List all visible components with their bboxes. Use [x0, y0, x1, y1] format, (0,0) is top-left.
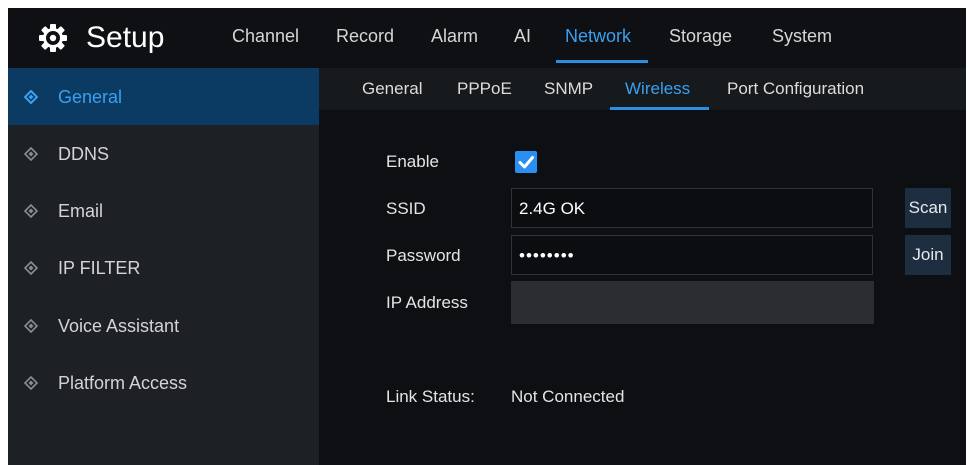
tab-wireless[interactable]: Wireless	[625, 78, 690, 100]
sidebar-item-label: Voice Assistant	[58, 316, 180, 336]
password-value: ••••••••	[519, 246, 575, 265]
sidebar-item-general[interactable]: General	[8, 68, 319, 125]
sidebar-item-ddns[interactable]: DDNS	[8, 125, 319, 182]
menu-channel[interactable]: Channel	[232, 24, 299, 48]
join-button[interactable]: Join	[905, 235, 951, 275]
diamond-icon	[24, 90, 38, 104]
active-menu-indicator	[556, 60, 648, 63]
menu-storage[interactable]: Storage	[669, 24, 732, 48]
tab-snmp[interactable]: SNMP	[544, 78, 593, 100]
sidebar-item-voice-assistant[interactable]: Voice Assistant	[8, 297, 319, 354]
sub-tab-bar: General PPPoE SNMP Wireless Port Configu…	[319, 68, 966, 110]
sidebar: General DDNS Email IP FILTER Voice Assis…	[8, 68, 319, 465]
diamond-icon	[24, 204, 38, 218]
menu-alarm[interactable]: Alarm	[431, 24, 478, 48]
ip-address-field	[511, 281, 874, 324]
diamond-icon	[24, 376, 38, 390]
scan-button[interactable]: Scan	[905, 188, 951, 228]
sidebar-item-label: Platform Access	[58, 373, 188, 393]
ssid-value: 2.4G OK	[519, 199, 586, 218]
menu-record[interactable]: Record	[336, 24, 394, 48]
sidebar-item-label: General	[58, 87, 123, 107]
ip-address-label: IP Address	[386, 293, 468, 312]
app-window: Setup Channel Record Alarm AI Network St…	[8, 8, 966, 465]
diamond-icon	[24, 319, 38, 333]
enable-label: Enable	[386, 152, 439, 171]
menu-ai[interactable]: AI	[514, 24, 531, 48]
menu-system[interactable]: System	[772, 24, 832, 48]
menu-network[interactable]: Network	[565, 24, 631, 48]
sidebar-item-platform-access[interactable]: Platform Access	[8, 354, 319, 411]
checkmark-icon	[518, 156, 534, 169]
password-field[interactable]: ••••••••	[511, 235, 873, 275]
diamond-icon	[24, 261, 38, 275]
page-title: Setup	[86, 21, 165, 54]
link-status-label: Link Status:	[386, 387, 475, 406]
tab-port-configuration[interactable]: Port Configuration	[727, 78, 864, 100]
sidebar-item-label: DDNS	[58, 144, 110, 164]
sidebar-item-email[interactable]: Email	[8, 182, 319, 239]
ssid-label: SSID	[386, 199, 426, 218]
sidebar-item-ip-filter[interactable]: IP FILTER	[8, 239, 319, 296]
sidebar-item-label: IP FILTER	[58, 258, 141, 278]
diamond-icon	[24, 147, 38, 161]
top-bar: Setup Channel Record Alarm AI Network St…	[8, 8, 966, 68]
link-status-value: Not Connected	[511, 387, 625, 406]
active-tab-indicator	[610, 107, 709, 110]
password-label: Password	[386, 246, 461, 265]
sidebar-item-label: Email	[58, 201, 104, 221]
ssid-field[interactable]: 2.4G OK	[511, 188, 873, 228]
enable-checkbox[interactable]	[515, 151, 537, 173]
tab-pppoe[interactable]: PPPoE	[457, 78, 512, 100]
gear-icon	[39, 24, 67, 52]
tab-general[interactable]: General	[362, 78, 422, 100]
